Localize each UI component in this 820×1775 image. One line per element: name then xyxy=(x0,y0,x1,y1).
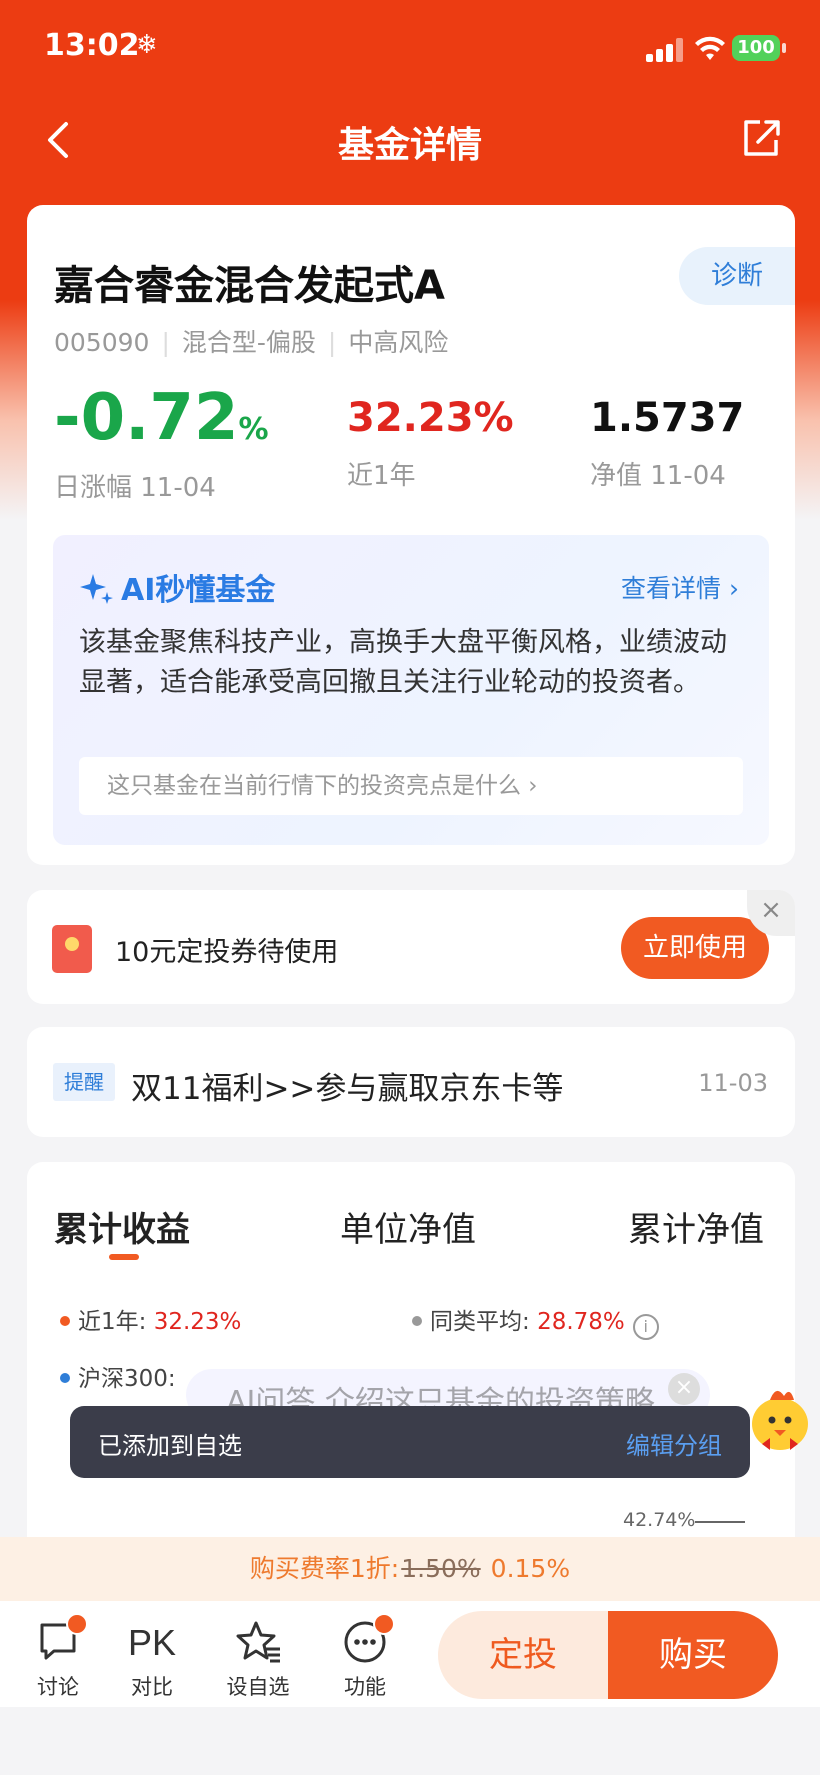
legend-peer-average: 同类平均: 28.78% i xyxy=(412,1302,659,1340)
fund-name: 嘉合睿金混合发起式A xyxy=(54,263,445,309)
nav-value-stat: 1.5737 净值 11-04 xyxy=(590,383,744,492)
daily-change-label: 日涨幅 11-04 xyxy=(54,473,216,503)
functions-button[interactable]: 功能 xyxy=(325,1613,405,1701)
notification-dot xyxy=(66,1613,88,1635)
year-return-label: 近1年 xyxy=(347,461,416,491)
discuss-button[interactable]: 讨论 xyxy=(18,1613,98,1701)
ai-details-link[interactable]: 查看详情 › xyxy=(621,569,739,605)
share-icon[interactable] xyxy=(740,116,782,160)
add-watchlist-button[interactable]: 设自选 xyxy=(218,1619,298,1701)
added-to-watchlist-toast: 已添加到自选 编辑分组 xyxy=(70,1406,750,1478)
coupon-text: 10元定投券待使用 xyxy=(115,937,339,968)
daily-change-unit: % xyxy=(238,412,269,447)
reminder-date: 11-03 xyxy=(698,1069,768,1097)
daily-change-value: -0.72 xyxy=(54,381,239,455)
use-coupon-button[interactable]: 立即使用 xyxy=(621,917,769,979)
fee-prefix: 购买费率1折: xyxy=(249,1554,400,1583)
peak-value-label: 42.74% xyxy=(623,1509,696,1531)
status-bar: 13:02 ❄ 100 xyxy=(0,0,820,100)
fund-meta: 005090 | 混合型-偏股 | 中高风险 xyxy=(54,328,449,357)
nav-label: 净值 11-04 xyxy=(590,461,726,491)
snowflake-icon: ❄ xyxy=(136,30,158,60)
red-envelope-icon xyxy=(52,925,92,973)
year-return-value: 32.23% xyxy=(347,395,514,441)
year-return-stat: 32.23% 近1年 xyxy=(347,383,514,492)
home-indicator-area xyxy=(0,1707,820,1775)
toast-text: 已添加到自选 xyxy=(98,1432,242,1460)
buy-button[interactable]: 购买 xyxy=(608,1611,778,1699)
page-title: 基金详情 xyxy=(337,125,482,166)
tab-unit-nav[interactable]: 单位净值 xyxy=(340,1202,476,1251)
fee-discounted: 0.15% xyxy=(490,1554,571,1583)
status-time: 13:02 xyxy=(44,28,140,63)
fund-code: 005090 xyxy=(54,328,150,357)
fee-original: 1.50% xyxy=(401,1554,481,1583)
sparkle-icon xyxy=(80,574,113,604)
active-tab-indicator xyxy=(109,1254,139,1260)
nav-value: 1.5737 xyxy=(590,395,745,441)
reminder-card[interactable]: 提醒 双11福利>>参与赢取京东卡等 11-03 xyxy=(27,1027,795,1137)
tab-cumulative-nav[interactable]: 累计净值 xyxy=(628,1202,764,1251)
battery-icon: 100 xyxy=(732,35,786,61)
coupon-card: 10元定投券待使用 立即使用 × xyxy=(27,890,795,1004)
close-icon[interactable]: × xyxy=(668,1373,700,1405)
daily-change-stat: -0.72% 日涨幅 11-04 xyxy=(54,383,269,504)
fund-summary-card: 嘉合睿金混合发起式A 诊断 005090 | 混合型-偏股 | 中高风险 -0.72% … xyxy=(27,205,795,865)
ai-summary-text: 该基金聚焦科技产业，高换手大盘平衡风格，业绩波动显著，适合能承受高回撤且关注行业… xyxy=(79,627,727,698)
reminder-text: 双11福利>>参与赢取京东卡等 xyxy=(131,1071,564,1107)
ai-summary-title: AI秒懂基金 xyxy=(79,565,275,609)
reminder-tag: 提醒 xyxy=(53,1063,115,1101)
info-icon[interactable]: i xyxy=(632,1314,659,1340)
edit-group-link[interactable]: 编辑分组 xyxy=(626,1426,722,1461)
tab-cumulative-return[interactable]: 累计收益 xyxy=(54,1202,190,1251)
fund-risk: 中高风险 xyxy=(348,328,449,357)
diagnose-button[interactable]: 诊断 xyxy=(679,247,795,305)
peak-marker-line xyxy=(695,1521,745,1523)
fund-type: 混合型-偏股 xyxy=(181,328,316,357)
notification-dot xyxy=(373,1613,395,1635)
bottom-action-bar: 讨论 PK 对比 设自选 功能 定投 购买 xyxy=(0,1601,820,1707)
mascot-chick-icon[interactable] xyxy=(740,1380,816,1456)
ai-question-link[interactable]: 这只基金在当前行情下的投资亮点是什么 › xyxy=(79,757,743,815)
ai-summary-box: AI秒懂基金 查看详情 › 该基金聚焦科技产业，高换手大盘平衡风格，业绩波动显著… xyxy=(53,535,769,845)
wifi-icon xyxy=(695,36,725,60)
legend-this-fund: 近1年: 32.23% xyxy=(60,1302,241,1336)
legend-csi300: 沪深300: xyxy=(60,1359,176,1393)
pk-icon: PK xyxy=(127,1622,177,1663)
cellular-signal-icon xyxy=(646,38,686,62)
auto-invest-button[interactable]: 定投 xyxy=(438,1611,608,1699)
star-icon xyxy=(236,1621,280,1663)
purchase-fee-bar: 购买费率1折:1.50% 0.15% xyxy=(0,1537,820,1601)
compare-button[interactable]: PK 对比 xyxy=(112,1619,192,1701)
